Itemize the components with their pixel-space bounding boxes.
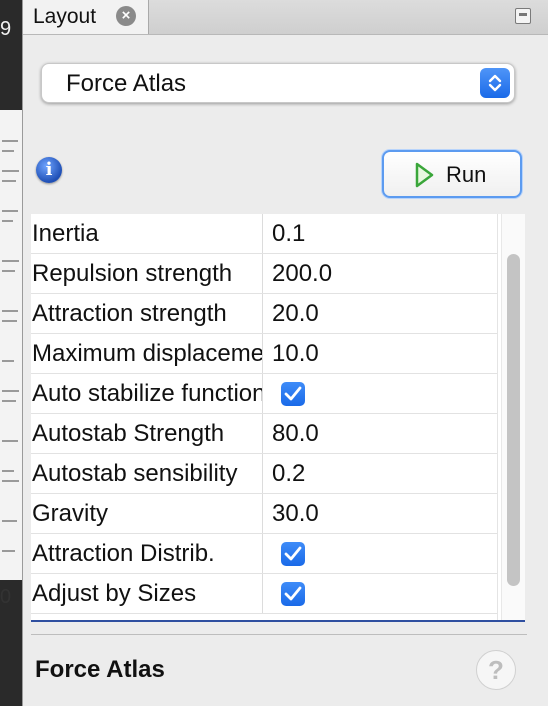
- property-row[interactable]: Attraction strength 20.0: [31, 294, 497, 334]
- property-name: Auto stabilize function: [31, 374, 263, 413]
- property-name: Autostab Strength: [31, 414, 263, 453]
- checkmark-icon: [284, 386, 302, 401]
- minimize-icon[interactable]: [515, 8, 531, 24]
- property-table: Adjust by Sizes Attraction Distrib. Gravit…: [31, 214, 525, 622]
- description-title: Force Atlas: [35, 656, 165, 683]
- property-name: Inertia: [31, 214, 263, 253]
- property-value[interactable]: 20.0: [272, 294, 319, 334]
- help-icon[interactable]: ?: [476, 650, 516, 690]
- run-button[interactable]: Run: [382, 150, 522, 198]
- background-document: [0, 110, 22, 580]
- property-name: Maximum displacement: [31, 334, 263, 373]
- property-row[interactable]: Auto stabilize function: [31, 374, 497, 414]
- select-arrows-icon: [480, 68, 510, 98]
- property-value[interactable]: 0.1: [272, 214, 305, 254]
- tab-bar: Layout ×: [23, 0, 548, 35]
- property-row[interactable]: Adjust by Sizes: [31, 574, 497, 614]
- property-name: Repulsion strength: [31, 254, 263, 293]
- background-number-top: 9: [0, 18, 12, 40]
- separator: [31, 634, 527, 635]
- tab-label: Layout: [33, 5, 97, 28]
- property-value[interactable]: 0.2: [272, 454, 305, 494]
- property-name: Gravity: [31, 494, 263, 533]
- property-name: Attraction Distrib.: [31, 534, 263, 573]
- property-name: Autostab sensibility: [31, 454, 263, 493]
- checkmark-icon: [284, 546, 302, 561]
- property-checkbox[interactable]: [281, 582, 305, 606]
- layout-panel: Layout × Force Atlas i Run Adjust by Siz…: [22, 0, 548, 706]
- property-checkbox[interactable]: [281, 542, 305, 566]
- property-row[interactable]: Autostab sensibility 0.2: [31, 454, 497, 494]
- layout-algorithm-select[interactable]: Force Atlas: [41, 63, 515, 103]
- property-row[interactable]: Inertia 0.1: [31, 214, 497, 254]
- property-checkbox[interactable]: [281, 382, 305, 406]
- run-button-label: Run: [446, 162, 487, 187]
- info-icon[interactable]: i: [36, 157, 62, 183]
- tab-layout[interactable]: Layout ×: [23, 0, 149, 34]
- background-number-bottom: 0: [0, 586, 12, 608]
- property-value[interactable]: 80.0: [272, 414, 319, 454]
- background-editor-strip: 9 0: [0, 0, 22, 706]
- property-name: Adjust by Sizes: [31, 574, 263, 613]
- close-icon[interactable]: ×: [116, 6, 136, 26]
- property-value[interactable]: 10.0: [272, 334, 319, 374]
- property-name: Attraction strength: [31, 294, 263, 333]
- property-value[interactable]: 30.0: [272, 494, 319, 534]
- checkmark-icon: [284, 586, 302, 601]
- property-row[interactable]: Autostab Strength 80.0: [31, 414, 497, 454]
- property-row[interactable]: Attraction Distrib.: [31, 534, 497, 574]
- property-row[interactable]: Repulsion strength 200.0: [31, 254, 497, 294]
- scrollbar-thumb[interactable]: [507, 254, 520, 586]
- property-row[interactable]: Gravity 30.0: [31, 494, 497, 534]
- property-row[interactable]: Maximum displacement 10.0: [31, 334, 497, 374]
- layout-algorithm-selected: Force Atlas: [66, 70, 187, 97]
- property-value[interactable]: 200.0: [272, 254, 332, 294]
- play-icon: [415, 162, 434, 188]
